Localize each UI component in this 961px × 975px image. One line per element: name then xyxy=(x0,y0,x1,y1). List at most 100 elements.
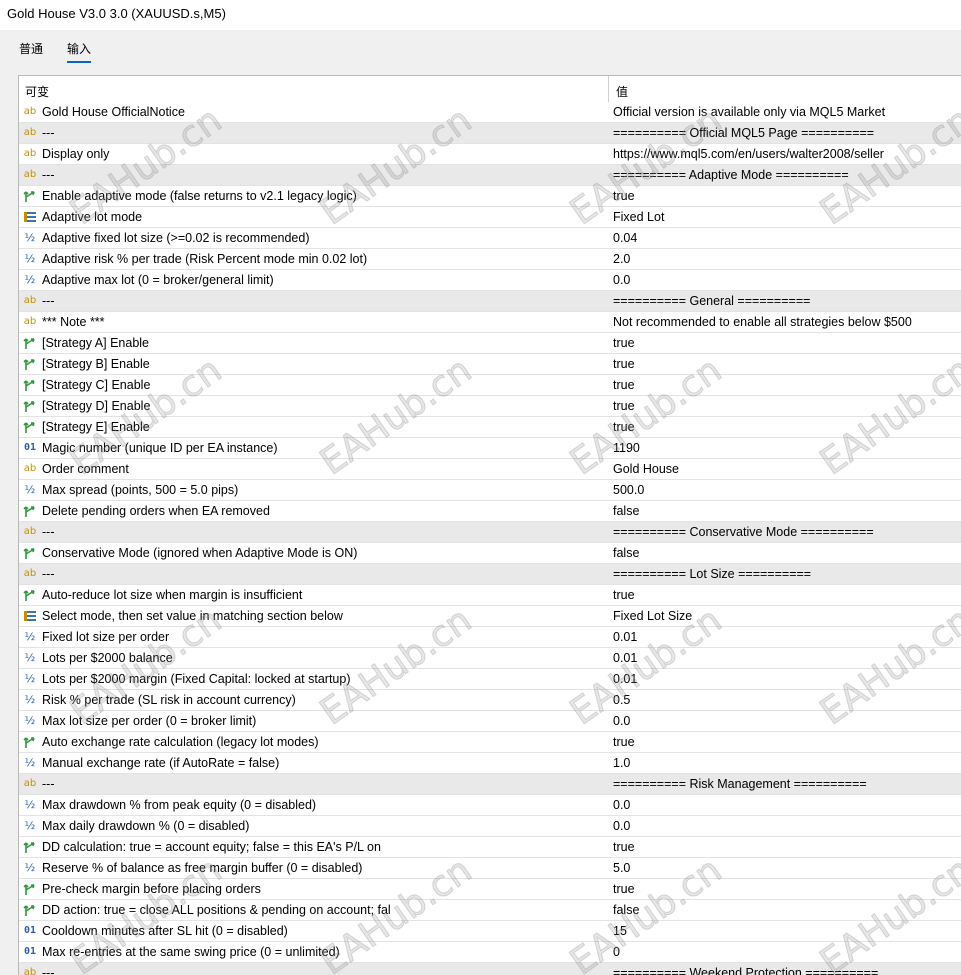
variable-value[interactable]: false xyxy=(613,546,958,560)
table-row[interactable]: ½ Fixed lot size per order 0.01 xyxy=(19,627,961,648)
table-row[interactable]: [Strategy E] Enable true xyxy=(19,417,961,438)
table-row[interactable]: ½ Reserve % of balance as free margin buf… xyxy=(19,858,961,879)
table-row[interactable]: ½ Adaptive max lot (0 = broker/general li… xyxy=(19,270,961,291)
table-row[interactable]: ab --- ========== Conservative Mode ======… xyxy=(19,522,961,543)
table-row[interactable]: 01 Magic number (unique ID per EA instanc… xyxy=(19,438,961,459)
double-type-icon: ½ xyxy=(24,819,36,832)
table-row[interactable]: ab --- ========== Lot Size ========== xyxy=(19,564,961,585)
integer-type-icon: 01 xyxy=(23,946,37,957)
variable-value[interactable]: true xyxy=(613,840,958,854)
table-row[interactable]: ½ Manual exchange rate (if AutoRate = fal… xyxy=(19,753,961,774)
variable-value[interactable]: ========== General ========== xyxy=(613,294,958,308)
header-variable[interactable]: 可变 xyxy=(25,83,49,100)
variable-name: Max drawdown % from peak equity (0 = dis… xyxy=(42,798,317,812)
variable-name: Auto-reduce lot size when margin is insu… xyxy=(42,588,303,602)
variable-value[interactable]: 0.04 xyxy=(613,231,958,245)
table-row[interactable]: ½ Max daily drawdown % (0 = disabled) 0.0 xyxy=(19,816,961,837)
variable-value[interactable]: 0.0 xyxy=(613,819,958,833)
variable-value[interactable]: true xyxy=(613,420,958,434)
variable-value[interactable]: false xyxy=(613,903,958,917)
variable-value[interactable]: false xyxy=(613,504,958,518)
variable-value[interactable]: Gold House xyxy=(613,462,958,476)
variable-value[interactable]: true xyxy=(613,735,958,749)
table-row[interactable]: DD action: true = close ALL positions & … xyxy=(19,900,961,921)
variable-name: Manual exchange rate (if AutoRate = fals… xyxy=(42,756,280,770)
table-row[interactable]: ½ Max drawdown % from peak equity (0 = di… xyxy=(19,795,961,816)
variable-value[interactable]: 500.0 xyxy=(613,483,958,497)
variable-value[interactable]: 0.01 xyxy=(613,630,958,644)
table-row[interactable]: Select mode, then set value in matching … xyxy=(19,606,961,627)
table-row[interactable]: ½ Lots per $2000 balance 0.01 xyxy=(19,648,961,669)
string-type-icon: ab xyxy=(23,148,37,159)
variable-value[interactable]: 0 xyxy=(613,945,958,959)
grid-header: 可变 值 xyxy=(19,76,961,103)
variable-value[interactable]: true xyxy=(613,378,958,392)
variable-value[interactable]: https://www.mql5.com/en/users/walter2008… xyxy=(613,147,958,161)
variable-name: *** Note *** xyxy=(42,315,105,329)
variable-value[interactable]: 1190 xyxy=(613,441,958,455)
variable-value[interactable]: true xyxy=(613,336,958,350)
table-row[interactable]: ½ Lots per $2000 margin (Fixed Capital: l… xyxy=(19,669,961,690)
variable-value[interactable]: ========== Adaptive Mode ========== xyxy=(613,168,958,182)
table-row[interactable]: DD calculation: true = account equity; f… xyxy=(19,837,961,858)
variable-value[interactable]: 0.5 xyxy=(613,693,958,707)
table-row[interactable]: ab *** Note *** Not recommended to enable … xyxy=(19,312,961,333)
header-value[interactable]: 值 xyxy=(616,83,628,100)
variable-value[interactable]: Fixed Lot Size xyxy=(613,609,958,623)
variable-value[interactable]: ========== Risk Management ========== xyxy=(613,777,958,791)
variable-value[interactable]: 0.0 xyxy=(613,798,958,812)
variable-value[interactable]: Not recommended to enable all strategies… xyxy=(613,315,958,329)
table-row[interactable]: ab --- ========== Official MQL5 Page =====… xyxy=(19,123,961,144)
variable-value[interactable]: ========== Lot Size ========== xyxy=(613,567,958,581)
table-row[interactable]: [Strategy A] Enable true xyxy=(19,333,961,354)
variable-value[interactable]: 15 xyxy=(613,924,958,938)
table-row[interactable]: ab Gold House OfficialNotice Official vers… xyxy=(19,102,961,123)
string-type-icon: ab xyxy=(23,295,37,306)
variable-value[interactable]: ========== Weekend Protection ========== xyxy=(613,966,958,975)
variable-value[interactable]: 0.0 xyxy=(613,714,958,728)
variable-value[interactable]: true xyxy=(613,357,958,371)
table-row[interactable]: ½ Adaptive fixed lot size (>=0.02 is reco… xyxy=(19,228,961,249)
table-row[interactable]: Conservative Mode (ignored when Adaptive… xyxy=(19,543,961,564)
table-row[interactable]: ab Display only https://www.mql5.com/en/us… xyxy=(19,144,961,165)
table-row[interactable]: [Strategy C] Enable true xyxy=(19,375,961,396)
variable-value[interactable]: true xyxy=(613,399,958,413)
variable-value[interactable]: 2.0 xyxy=(613,252,958,266)
table-row[interactable]: ½ Max spread (points, 500 = 5.0 pips) 500.… xyxy=(19,480,961,501)
table-row[interactable]: ab Order comment Gold House xyxy=(19,459,961,480)
table-row[interactable]: ab --- ========== General ========== xyxy=(19,291,961,312)
table-row[interactable]: ab --- ========== Weekend Protection =====… xyxy=(19,963,961,975)
tab-general[interactable]: 普通 xyxy=(19,40,43,61)
table-row[interactable]: [Strategy D] Enable true xyxy=(19,396,961,417)
variable-value[interactable]: Official version is available only via M… xyxy=(613,105,958,119)
table-row[interactable]: Adaptive lot mode Fixed Lot xyxy=(19,207,961,228)
variable-value[interactable]: 0.01 xyxy=(613,651,958,665)
variable-value[interactable]: Fixed Lot xyxy=(613,210,958,224)
table-row[interactable]: Auto-reduce lot size when margin is insu… xyxy=(19,585,961,606)
table-row[interactable]: ab --- ========== Adaptive Mode ========== xyxy=(19,165,961,186)
table-row[interactable]: ½ Adaptive risk % per trade (Risk Percent… xyxy=(19,249,961,270)
table-row[interactable]: 01 Max re-entries at the same swing price… xyxy=(19,942,961,963)
variable-value[interactable]: 5.0 xyxy=(613,861,958,875)
table-row[interactable]: Delete pending orders when EA removed fal… xyxy=(19,501,961,522)
table-row[interactable]: ½ Risk % per trade (SL risk in account cu… xyxy=(19,690,961,711)
variable-value[interactable]: true xyxy=(613,588,958,602)
variable-value[interactable]: 0.01 xyxy=(613,672,958,686)
variable-value[interactable]: 0.0 xyxy=(613,273,958,287)
table-row[interactable]: ab --- ========== Risk Management ========… xyxy=(19,774,961,795)
table-row[interactable]: ½ Max lot size per order (0 = broker limi… xyxy=(19,711,961,732)
table-row[interactable]: Enable adaptive mode (false returns to v… xyxy=(19,186,961,207)
variable-value[interactable]: true xyxy=(613,189,958,203)
table-row[interactable]: Pre-check margin before placing orders tr… xyxy=(19,879,961,900)
double-type-icon: ½ xyxy=(24,693,36,706)
variable-value[interactable]: ========== Official MQL5 Page ========== xyxy=(613,126,958,140)
variable-value[interactable]: 1.0 xyxy=(613,756,958,770)
table-row[interactable]: Auto exchange rate calculation (legacy l… xyxy=(19,732,961,753)
variable-name: Lots per $2000 balance xyxy=(42,651,173,665)
table-row[interactable]: [Strategy B] Enable true xyxy=(19,354,961,375)
variable-value[interactable]: true xyxy=(613,882,958,896)
variable-name: [Strategy E] Enable xyxy=(42,420,150,434)
table-row[interactable]: 01 Cooldown minutes after SL hit (0 = dis… xyxy=(19,921,961,942)
variable-value[interactable]: ========== Conservative Mode ========== xyxy=(613,525,958,539)
tab-inputs[interactable]: 输入 xyxy=(67,40,92,63)
